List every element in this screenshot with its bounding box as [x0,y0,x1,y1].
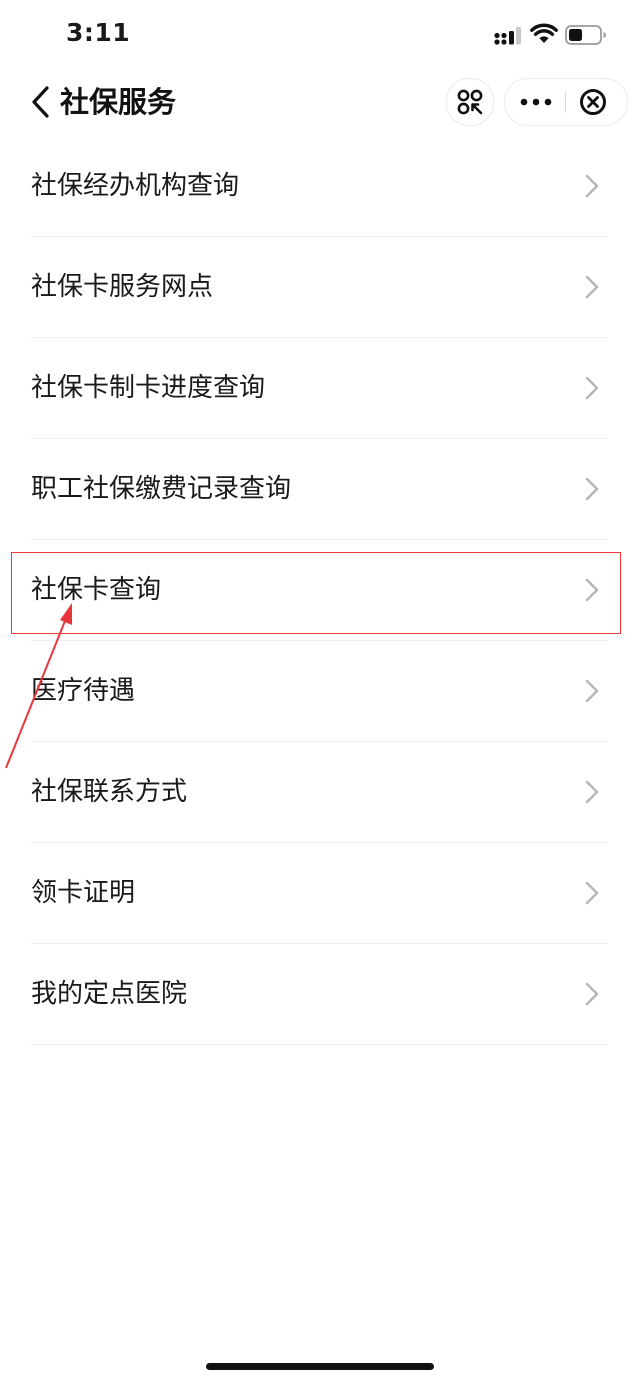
chevron-right-icon [585,679,599,703]
scan-icon [457,89,483,115]
battery-icon [565,25,606,45]
home-indicator [206,1363,434,1370]
nav-bar: 社保服务 [0,70,640,136]
menu-item-label: 社保经办机构查询 [31,171,240,201]
divider [31,1044,608,1045]
menu-item-designated-hospital[interactable]: 我的定点医院 [0,944,640,1045]
close-circle-icon[interactable] [579,88,607,116]
status-bar: 3:11 [0,0,640,70]
menu-item-label: 社保卡服务网点 [31,272,214,302]
more-dots-icon[interactable] [519,90,553,114]
menu-item-card-collection-certificate[interactable]: 领卡证明 [0,843,640,944]
menu-item-label: 职工社保缴费记录查询 [31,474,292,504]
menu-item-contact-info[interactable]: 社保联系方式 [0,742,640,843]
chevron-right-icon [585,174,599,198]
chevron-left-icon[interactable] [26,84,56,120]
menu-item-card-service-outlets[interactable]: 社保卡服务网点 [0,237,640,338]
annotation-highlight-box [11,552,621,634]
signal-icon [494,27,521,45]
menu-item-label: 领卡证明 [31,878,136,908]
chevron-right-icon [585,982,599,1006]
menu-item-card-production-progress[interactable]: 社保卡制卡进度查询 [0,338,640,439]
menu-item-social-security-agency-query[interactable]: 社保经办机构查询 [0,136,640,237]
wifi-icon [530,23,558,43]
chevron-right-icon [585,477,599,501]
capsule-divider [565,91,566,113]
annotation-arrow-icon [5,603,72,769]
chevron-right-icon [585,780,599,804]
page-title: 社保服务 [60,85,177,119]
chevron-right-icon [585,881,599,905]
scan-button[interactable] [446,78,494,126]
capsule-menu [504,78,628,126]
menu-item-label: 社保卡制卡进度查询 [31,373,266,403]
menu-item-payment-records-query[interactable]: 职工社保缴费记录查询 [0,439,640,540]
chevron-right-icon [585,376,599,400]
menu-item-medical-benefits[interactable]: 医疗待遇 [0,641,640,742]
status-time: 3:11 [66,18,131,47]
chevron-right-icon [585,275,599,299]
menu-item-label: 我的定点医院 [31,979,188,1009]
